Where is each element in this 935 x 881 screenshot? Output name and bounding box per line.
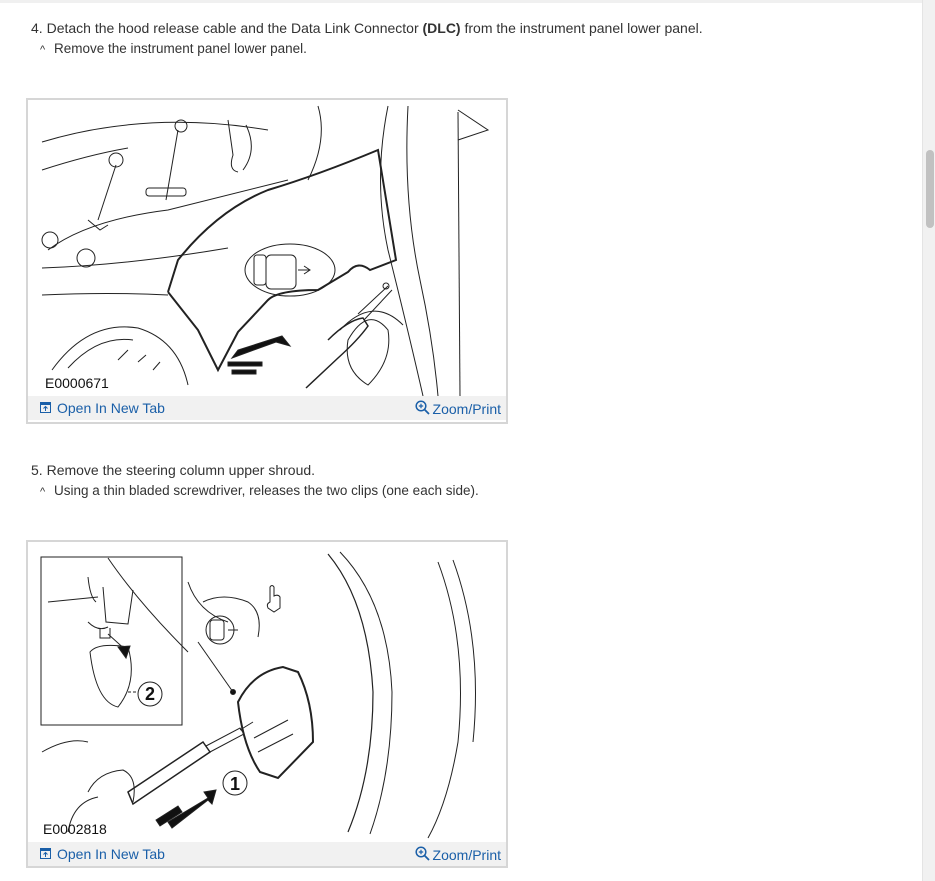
open-in-new-tab-label: Open In New Tab xyxy=(57,400,165,416)
step-5-caret: ^ xyxy=(40,486,46,498)
open-in-new-tab-icon xyxy=(40,846,51,862)
figure-code-e0000671: E0000671 xyxy=(45,375,109,391)
figure-e0000671: E0000671 Open In New Tab Zoom/Print xyxy=(26,98,508,424)
step-4-substep-text: Remove the instrument panel lower panel. xyxy=(54,41,307,56)
zoom-in-icon xyxy=(414,846,430,864)
step-5-substep: ^ Using a thin bladed screwdriver, releas… xyxy=(40,481,479,502)
figure-e0002818-toolbar: Open In New Tab Zoom/Print xyxy=(28,842,506,866)
step-4-number: 4. xyxy=(31,20,43,36)
callout-2: 2 xyxy=(145,684,155,704)
figure-e0002818-illustration[interactable]: 2 1 xyxy=(28,542,506,840)
callout-1: 1 xyxy=(230,774,240,794)
steering-column-shroud-drawing: 2 1 xyxy=(40,551,476,839)
step-4-text-post: from the instrument panel lower panel. xyxy=(460,20,703,36)
figure-e0002818: 2 1 E0002818 Open In New Tab Zoom/Print xyxy=(26,540,508,868)
scrollbar-thumb[interactable] xyxy=(926,150,934,228)
zoom-in-icon xyxy=(414,400,430,418)
step-5-substep-text: Using a thin bladed screwdriver, release… xyxy=(54,483,479,498)
step-5-text: Remove the steering column upper shroud. xyxy=(46,462,316,478)
open-in-new-tab-icon xyxy=(40,400,51,416)
top-divider xyxy=(0,0,922,3)
step-5-number: 5. xyxy=(31,462,43,478)
zoom-print-label: Zoom/Print xyxy=(432,401,501,417)
zoom-print-link[interactable]: Zoom/Print xyxy=(414,400,501,418)
figure-e0000671-illustration[interactable] xyxy=(28,100,506,396)
step-4-text-pre: Detach the hood release cable and the Da… xyxy=(46,20,423,36)
figure-e0000671-toolbar: Open In New Tab Zoom/Print xyxy=(28,396,506,420)
open-in-new-tab-link[interactable]: Open In New Tab xyxy=(40,846,165,862)
zoom-print-link[interactable]: Zoom/Print xyxy=(414,846,501,864)
step-4-caret: ^ xyxy=(40,44,46,56)
open-in-new-tab-label: Open In New Tab xyxy=(57,846,165,862)
zoom-print-label: Zoom/Print xyxy=(432,847,501,863)
vertical-scrollbar[interactable] xyxy=(922,0,935,881)
instrument-panel-lower-panel-drawing xyxy=(41,105,490,396)
step-4-instruction: 4. Detach the hood release cable and the… xyxy=(31,18,703,38)
step-5-instruction: 5. Remove the steering column upper shro… xyxy=(31,460,315,480)
step-4-substep: ^ Remove the instrument panel lower panel… xyxy=(40,39,307,60)
step-4-text-bold: (DLC) xyxy=(422,20,461,36)
open-in-new-tab-link[interactable]: Open In New Tab xyxy=(40,400,165,416)
figure-code-e0002818: E0002818 xyxy=(43,821,107,837)
